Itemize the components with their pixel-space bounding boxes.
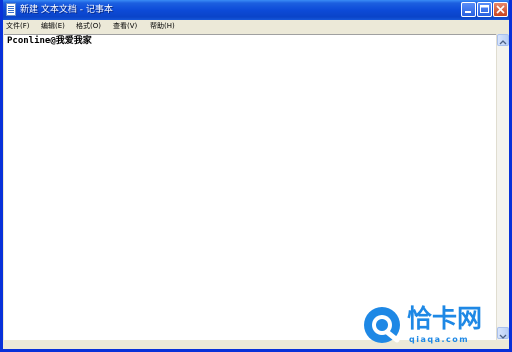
close-button[interactable] <box>493 2 508 17</box>
scroll-up-button[interactable] <box>497 34 509 46</box>
watermark-logo <box>364 307 400 343</box>
watermark: 恰卡网 qiaqa.com <box>359 304 509 349</box>
menu-help[interactable]: 帮助(H) <box>150 20 175 33</box>
notepad-window: 新建 文本文档 - 记事本 文件(F) 编辑(E) 格式(O) 查看(V) 帮助… <box>0 0 512 352</box>
title-bar[interactable]: 新建 文本文档 - 记事本 <box>3 0 509 20</box>
menu-edit[interactable]: 编辑(E) <box>41 20 65 33</box>
vertical-scrollbar[interactable] <box>496 34 509 340</box>
watermark-url: qiaqa.com <box>409 335 470 344</box>
window-title: 新建 文本文档 - 记事本 <box>20 5 113 15</box>
maximize-button[interactable] <box>477 2 492 17</box>
editor-content[interactable]: Pconline@我爱我家 <box>7 35 92 47</box>
minimize-button[interactable] <box>461 2 476 17</box>
watermark-name: 恰卡网 <box>407 304 483 333</box>
text-editor[interactable]: Pconline@我爱我家 <box>4 34 496 340</box>
scroll-up-icon <box>499 40 507 45</box>
notepad-icon[interactable] <box>6 3 16 16</box>
menu-bar: 文件(F) 编辑(E) 格式(O) 查看(V) 帮助(H) <box>3 20 509 33</box>
minimize-icon <box>465 11 471 13</box>
close-icon <box>496 5 505 14</box>
maximize-icon <box>480 5 489 13</box>
menu-file[interactable]: 文件(F) <box>6 20 30 33</box>
menu-view[interactable]: 查看(V) <box>113 20 137 33</box>
menu-format[interactable]: 格式(O) <box>76 20 101 33</box>
